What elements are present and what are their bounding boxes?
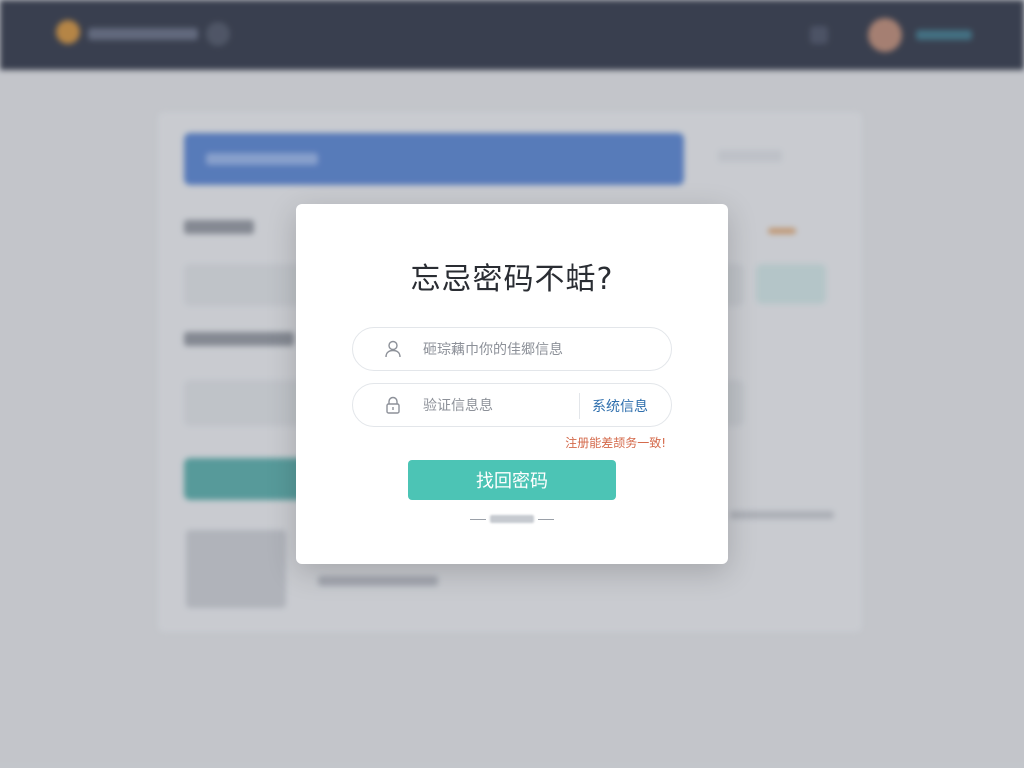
validation-hint: 注册能差颉务一致! [565, 436, 666, 450]
account-input[interactable] [423, 339, 643, 361]
lock-icon [383, 395, 403, 415]
footer-link[interactable] [490, 515, 534, 523]
forgot-password-dialog: 忘忌密码不蛞? 系统信息 注册能差颉务一致! 找回密码 [296, 204, 728, 564]
verification-field[interactable]: 系统信息 [352, 383, 672, 427]
verification-input[interactable] [423, 395, 573, 417]
divider-right [538, 518, 554, 520]
user-icon [383, 339, 403, 359]
divider-left [470, 518, 486, 520]
recover-password-button[interactable]: 找回密码 [408, 460, 616, 500]
dialog-footer [442, 512, 582, 526]
get-code-button[interactable]: 系统信息 [585, 395, 655, 417]
dialog-title: 忘忌密码不蛞? [410, 262, 614, 297]
field-divider [579, 393, 580, 419]
account-field[interactable] [352, 327, 672, 371]
